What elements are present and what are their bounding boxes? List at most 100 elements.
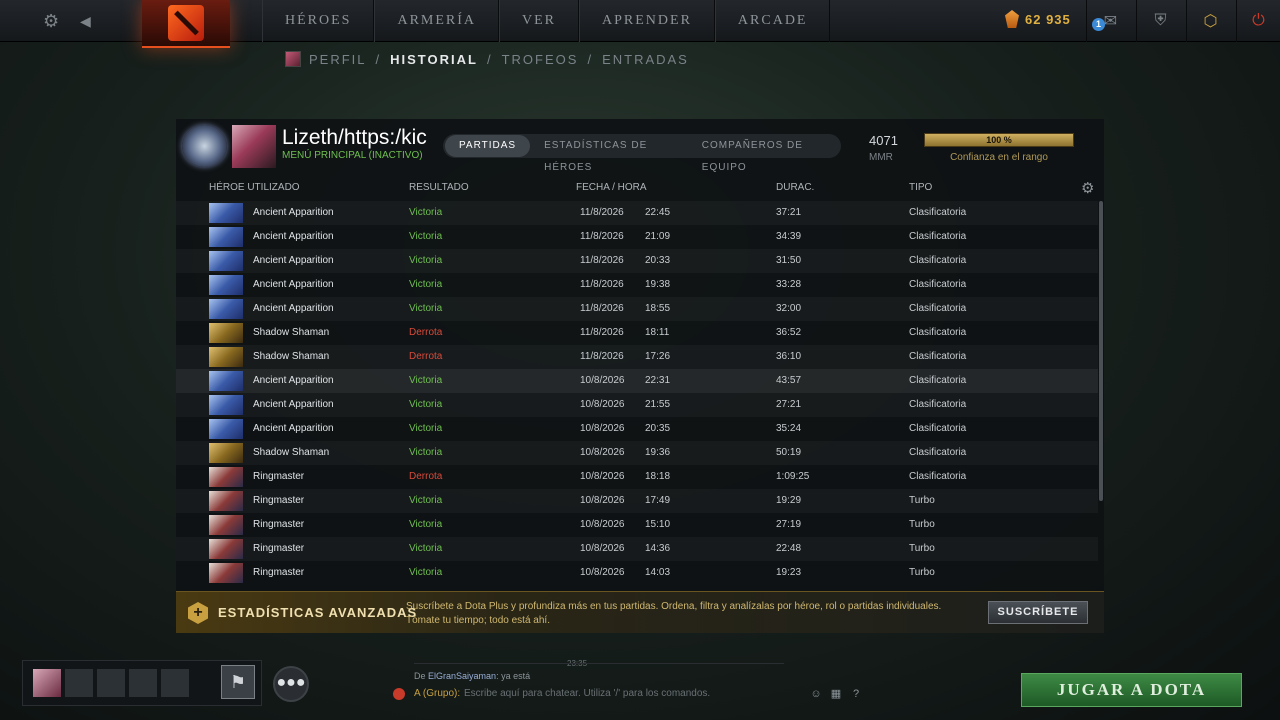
party-slot-empty[interactable] — [161, 669, 189, 697]
help-icon[interactable]: ? — [848, 686, 864, 702]
hero-portrait-icon — [209, 515, 243, 535]
table-settings-gear-icon[interactable]: ⚙ — [1081, 179, 1094, 197]
hero-name: Ancient Apparition — [253, 303, 334, 314]
match-duration: 33:28 — [776, 279, 802, 290]
chat-input[interactable]: Escribe aquí para chatear. Utiliza '/' p… — [464, 688, 710, 699]
match-result: Victoria — [409, 519, 443, 530]
hero-portrait-icon — [209, 395, 243, 415]
hero-name: Ancient Apparition — [253, 375, 334, 386]
table-row[interactable]: Ringmaster Derrota 10/8/2026 18:18 1:09:25 Cl… — [176, 465, 1098, 489]
nav-arcade[interactable]: ARCADE — [714, 0, 831, 42]
table-row[interactable]: Ancient Apparition Victoria 11/8/2026 20:33… — [176, 249, 1098, 273]
match-time: 14:03 — [645, 567, 671, 578]
hero-portrait-icon — [209, 491, 243, 511]
hero-name: Ancient Apparition — [253, 279, 334, 290]
party-slot-empty[interactable] — [97, 669, 125, 697]
play-dota-button[interactable]: JUGAR A DOTA — [1021, 673, 1242, 707]
match-type: Clasificatoria — [909, 279, 967, 290]
table-row[interactable]: Ancient Apparition Victoria 10/8/2026 21:55… — [176, 393, 1098, 417]
table-row[interactable]: Ancient Apparition Victoria 10/8/2026 20:35… — [176, 417, 1098, 441]
col-header-hero: HÉROE UTILIZADO — [209, 182, 300, 193]
subnav-trophies[interactable]: TROFEOS — [502, 52, 579, 67]
table-row[interactable]: Ringmaster Victoria 10/8/2026 15:10 27:19 Tur… — [176, 513, 1098, 537]
shard-icon — [1005, 10, 1019, 28]
match-date: 11/8/2026 — [580, 255, 624, 266]
party-slot-self[interactable] — [33, 669, 61, 697]
table-row[interactable]: Ringmaster Victoria 10/8/2026 14:03 19:23 Tur… — [176, 561, 1098, 585]
chat-channel-label[interactable]: A (Grupo): — [414, 688, 460, 699]
match-result: Victoria — [409, 255, 443, 266]
chat-sender[interactable]: ElGranSaiyaman — [428, 671, 496, 681]
emoji-icon[interactable]: ☺ — [808, 686, 824, 702]
match-date: 10/8/2026 — [580, 471, 625, 482]
back-arrow-icon[interactable]: ◀ — [80, 10, 91, 32]
plus-title: ESTADÍSTICAS AVANZADAS — [218, 605, 418, 620]
subnav-history[interactable]: HISTORIAL — [390, 52, 478, 67]
match-date: 10/8/2026 — [580, 423, 625, 434]
nav-heroes[interactable]: HÉROES — [262, 0, 375, 42]
nav-armory[interactable]: ARMERÍA — [374, 0, 500, 42]
col-header-result: RESULTADO — [409, 182, 469, 193]
table-row[interactable]: Shadow Shaman Derrota 11/8/2026 17:26 36:10 C… — [176, 345, 1098, 369]
match-date: 11/8/2026 — [580, 351, 624, 362]
hero-name: Ringmaster — [253, 543, 305, 554]
match-time: 19:36 — [645, 447, 671, 458]
table-row[interactable]: Ringmaster Victoria 10/8/2026 14:36 22:48 Tur… — [176, 537, 1098, 561]
table-row[interactable]: Shadow Shaman Victoria 10/8/2026 19:36 50:19… — [176, 441, 1098, 465]
armory-shortcut-button[interactable]: ⛨ — [1136, 0, 1184, 42]
table-row[interactable]: Ancient Apparition Victoria 11/8/2026 18:55… — [176, 297, 1098, 321]
plus-description: Suscríbete a Dota Plus y profundiza más … — [406, 601, 942, 612]
table-row[interactable]: Ancient Apparition Victoria 11/8/2026 19:38… — [176, 273, 1098, 297]
table-row[interactable]: Shadow Shaman Derrota 11/8/2026 18:11 36:52 C… — [176, 321, 1098, 345]
shards-counter[interactable]: 62 935 — [1005, 10, 1071, 28]
tab-teammates[interactable]: COMPAÑEROS DE EQUIPO — [688, 135, 841, 173]
avatar-mini — [285, 51, 301, 67]
hero-portrait-icon — [209, 419, 243, 439]
subnav-tickets[interactable]: ENTRADAS — [602, 52, 689, 67]
player-avatar[interactable] — [232, 125, 276, 168]
chat-message: De ElGranSaiyaman: ya está — [414, 671, 530, 681]
dota-plus-button[interactable]: ⬡ — [1186, 0, 1234, 42]
match-type: Turbo — [909, 519, 935, 530]
confidence-value: 100 % — [986, 135, 1012, 145]
match-date: 10/8/2026 — [580, 519, 625, 530]
table-row[interactable]: Ancient Apparition Victoria 10/8/2026 22:31… — [176, 369, 1098, 393]
chat-wheel-icon[interactable]: ▦ — [828, 686, 844, 702]
party-slot-empty[interactable] — [129, 669, 157, 697]
match-time: 20:35 — [645, 423, 671, 434]
hero-name: Ringmaster — [253, 495, 305, 506]
hero-name: Ancient Apparition — [253, 255, 334, 266]
match-duration: 27:21 — [776, 399, 802, 410]
settings-gear-icon[interactable]: ⚙ — [43, 10, 59, 32]
match-result: Victoria — [409, 567, 443, 578]
nav-watch[interactable]: VER — [499, 0, 580, 42]
nav-learn[interactable]: APRENDER — [579, 0, 715, 42]
subnav-profile[interactable]: PERFIL — [309, 52, 367, 67]
tab-matches[interactable]: PARTIDAS — [445, 135, 531, 157]
subnav-separator: / — [375, 51, 382, 67]
subscribe-button[interactable]: SUSCRÍBETE — [988, 601, 1088, 624]
match-duration: 34:39 — [776, 231, 802, 242]
hero-portrait-icon — [209, 275, 243, 295]
table-row[interactable]: Ringmaster Victoria 10/8/2026 17:49 19:29 Tur… — [176, 489, 1098, 513]
col-header-type: TIPO — [909, 182, 933, 193]
match-time: 14:36 — [645, 543, 671, 554]
table-row[interactable]: Ancient Apparition Victoria 11/8/2026 21:09… — [176, 225, 1098, 249]
match-result: Victoria — [409, 303, 443, 314]
guild-banner-icon[interactable]: ⚑ — [221, 665, 255, 699]
confidence-bar: 100 % — [924, 133, 1074, 147]
mmr-value: 4071 — [869, 133, 898, 148]
dota-logo-button[interactable] — [142, 0, 230, 48]
match-date: 10/8/2026 — [580, 543, 625, 554]
tab-hero-stats[interactable]: ESTADÍSTICAS DE HÉROES — [530, 135, 688, 173]
chat-channels-icon[interactable]: ●●● — [273, 666, 309, 702]
hero-name: Ancient Apparition — [253, 207, 334, 218]
power-button[interactable]: ⏻ — [1236, 0, 1280, 42]
match-duration: 1:09:25 — [776, 471, 810, 482]
table-scrollbar[interactable] — [1099, 201, 1103, 501]
match-duration: 32:00 — [776, 303, 802, 314]
party-slot-empty[interactable] — [65, 669, 93, 697]
hero-name: Ringmaster — [253, 519, 305, 530]
match-type: Turbo — [909, 495, 935, 506]
table-row[interactable]: Ancient Apparition Victoria 11/8/2026 22:45… — [176, 201, 1098, 225]
